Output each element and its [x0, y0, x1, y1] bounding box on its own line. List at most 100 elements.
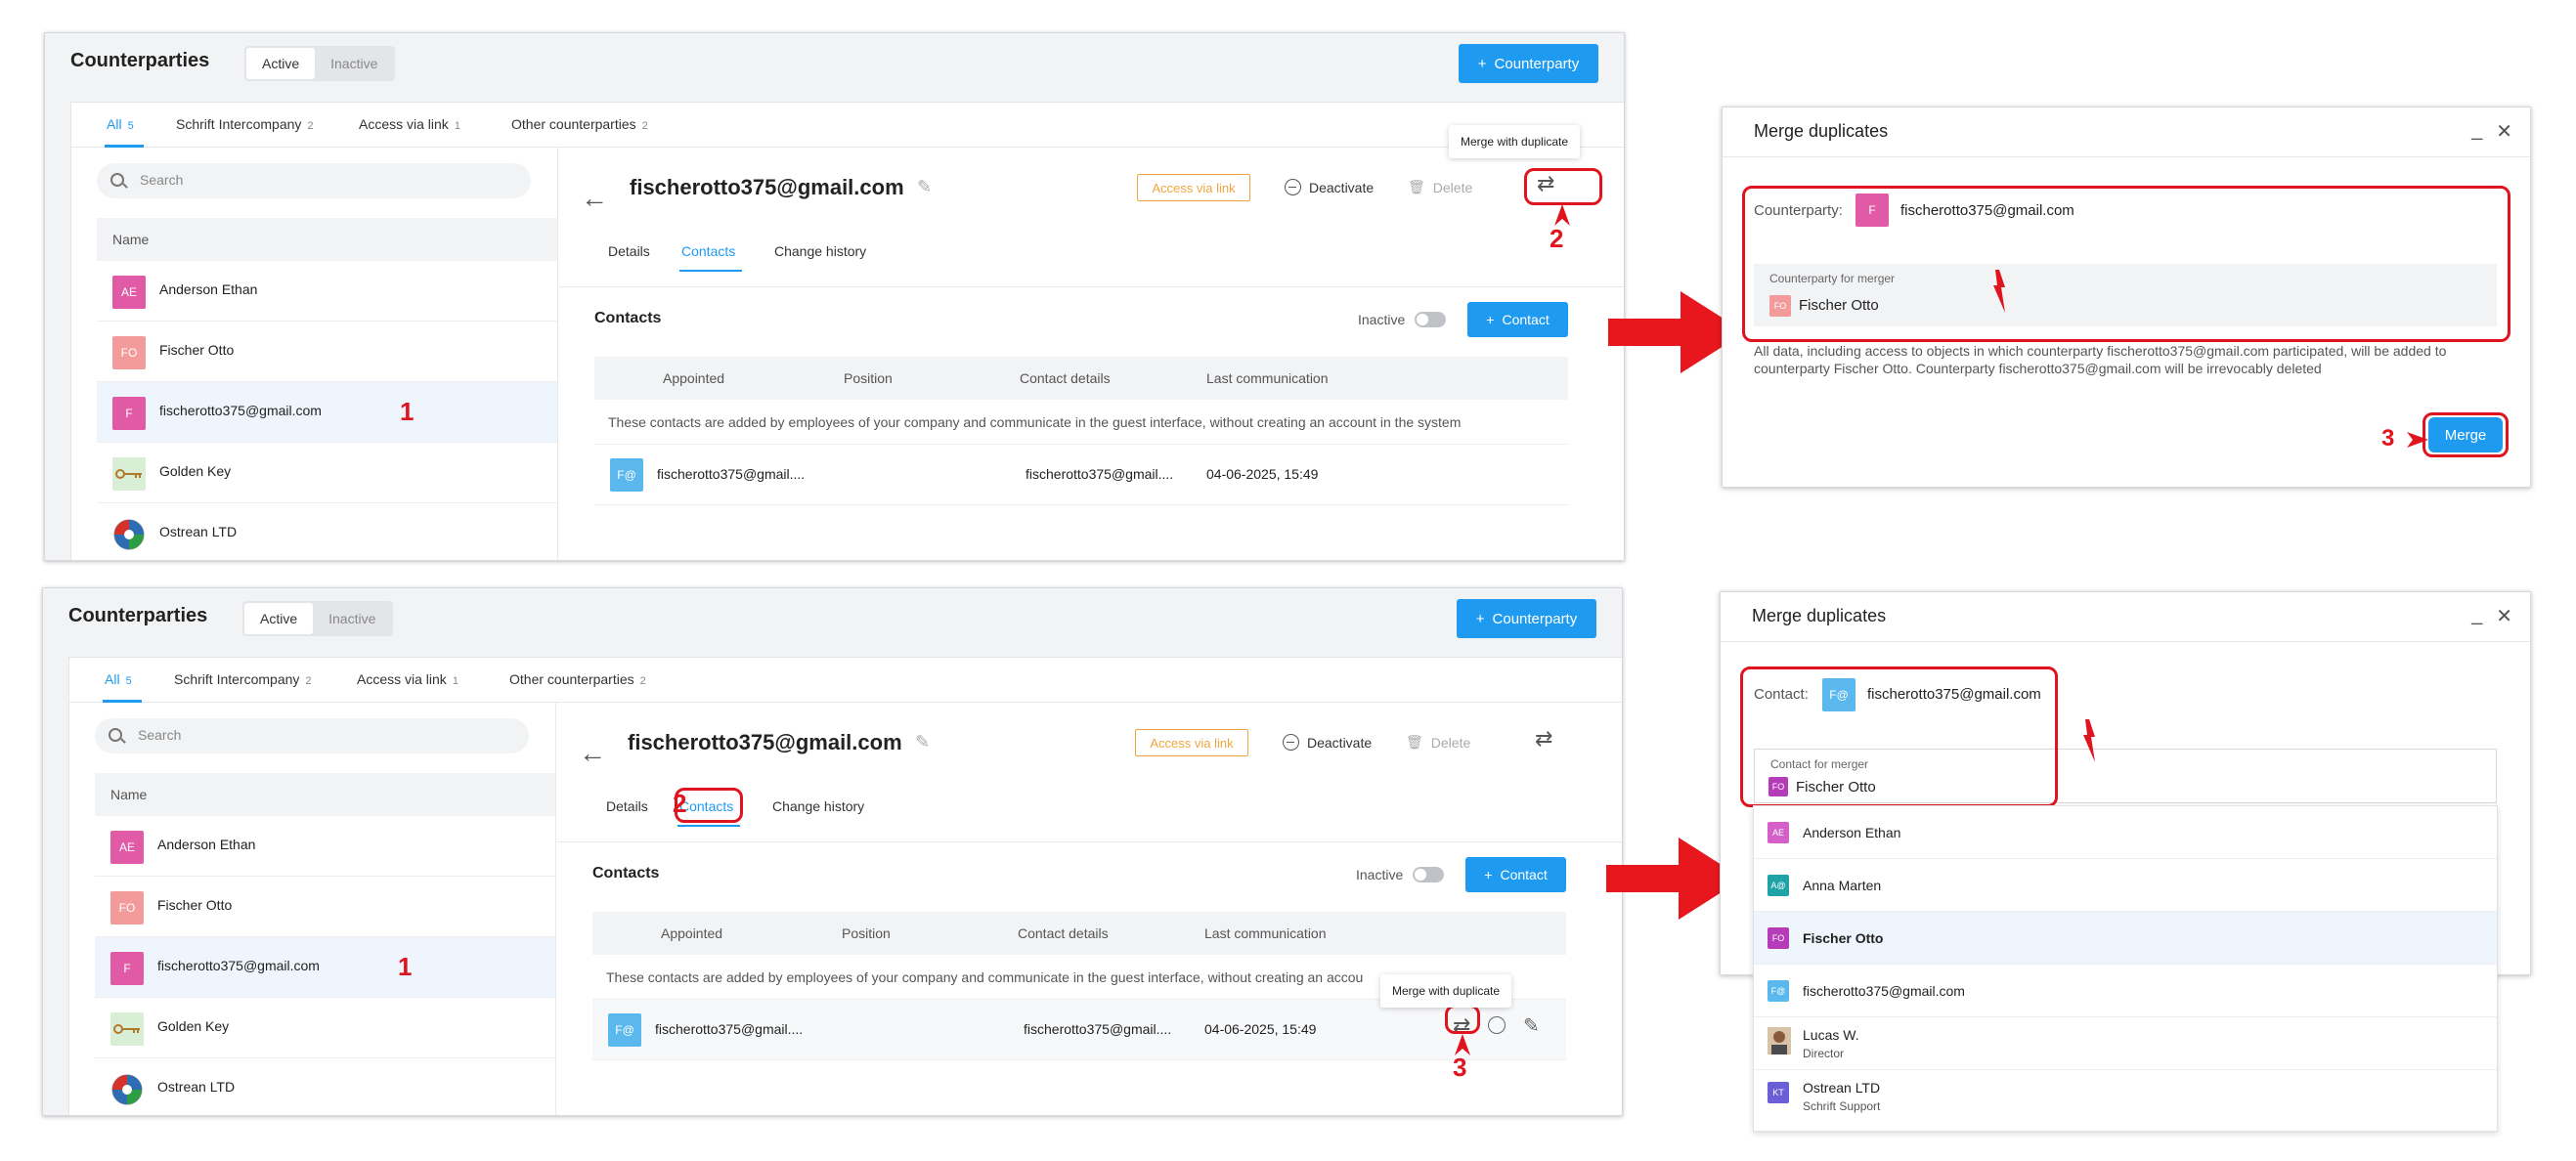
annotation-highlight [2423, 412, 2509, 457]
plus-icon: + [1486, 312, 1495, 327]
close-icon[interactable]: ✕ [2496, 604, 2512, 628]
deactivate-button[interactable]: Deactivate [1283, 734, 1372, 751]
list-item[interactable]: Golden Key [95, 998, 555, 1058]
search-icon [109, 728, 122, 742]
tab-change-history[interactable]: Change history [774, 243, 866, 259]
segment-inactive[interactable]: Inactive [313, 603, 391, 634]
annotation-highlight [1740, 666, 2058, 807]
list-item[interactable]: AE Anderson Ethan [97, 261, 557, 322]
dropdown-option[interactable]: Lucas W. Director [1754, 1017, 2497, 1070]
avatar: FO [110, 891, 144, 924]
detail-title: fischerotto375@gmail.com [630, 175, 904, 199]
close-icon[interactable]: ✕ [2496, 119, 2512, 144]
merge-swap-icon[interactable]: ⇄ [1535, 726, 1552, 752]
ostrean-logo-icon [112, 518, 146, 551]
contacts-note: These contacts are added by employees of… [594, 400, 1568, 445]
filter-tab-all[interactable]: All 5 [105, 671, 132, 687]
toggle-switch[interactable] [1415, 312, 1447, 327]
segment-active[interactable]: Active [244, 603, 314, 634]
counterparty-list-panel: Search Name AE Anderson Ethan FO Fischer O… [71, 148, 558, 560]
contacts-table-header: Appointed Position Contact details Last … [592, 912, 1566, 955]
list-item[interactable]: AE Anderson Ethan [95, 816, 555, 877]
filter-tab-other[interactable]: Other counterparties 2 [509, 671, 646, 687]
contacts-heading: Contacts [594, 310, 662, 326]
toggle-switch[interactable] [1413, 867, 1445, 882]
divider [1723, 156, 2530, 157]
plus-icon: + [1484, 867, 1493, 882]
inactive-toggle[interactable]: Inactive [1358, 312, 1447, 327]
step-number: 1 [398, 952, 413, 981]
delete-button[interactable]: 🗑 Delete [1406, 734, 1470, 751]
avatar: KT [1768, 1082, 1789, 1103]
dropdown-option-selected[interactable]: FO Fischer Otto [1754, 912, 2497, 965]
avatar: AE [112, 276, 146, 309]
avatar: F@ [1768, 980, 1789, 1002]
counterparty-detail-panel: ← fischerotto375@gmail.com ✎ Access via … [557, 703, 1622, 1115]
avatar: F [110, 952, 144, 985]
segment-active[interactable]: Active [246, 48, 316, 79]
filter-tab-all[interactable]: All 5 [107, 116, 134, 132]
search-input[interactable]: Search [95, 718, 529, 753]
list-item-selected[interactable]: Ffischerotto375@gmail.com 1 [95, 937, 555, 998]
filter-tab-other[interactable]: Other counterparties 2 [511, 116, 648, 132]
detail-title: fischerotto375@gmail.com [628, 730, 902, 754]
list-item[interactable]: Ostrean LTD [97, 503, 557, 560]
list-item[interactable]: FO Fischer Otto [97, 322, 557, 382]
tab-details[interactable]: Details [608, 243, 650, 259]
filter-tab-access-via-link[interactable]: Access via link 1 [357, 671, 458, 687]
deactivate-button[interactable]: Deactivate [1285, 179, 1374, 195]
list-item[interactable]: FO Fischer Otto [95, 877, 555, 937]
filter-tab-access-via-link[interactable]: Access via link 1 [359, 116, 460, 132]
filter-tabs: All 5 Schrift Intercompany 2 Access via li… [69, 658, 1622, 703]
main-card: All 5 Schrift Intercompany 2 Access via li… [70, 102, 1624, 560]
search-input[interactable]: Search [97, 163, 531, 198]
table-row[interactable]: F@ fischerotto375@gmail.... fischerotto3… [592, 1000, 1566, 1060]
tab-details[interactable]: Details [606, 798, 648, 814]
back-arrow-icon[interactable]: ← [581, 183, 608, 214]
dialog-title: Merge duplicates [1754, 121, 1889, 141]
step-number: 3 [2381, 425, 2395, 452]
table-row[interactable]: F@ fischerotto375@gmail.... fischerotto3… [594, 445, 1568, 505]
dropdown-option[interactable]: KT Ostrean LTD Schrift Support [1754, 1070, 2497, 1123]
filter-tab-schrift-intercompany[interactable]: Schrift Intercompany 2 [176, 116, 314, 132]
list-column-header: Name [95, 773, 555, 816]
merge-dialog-counterparty: Merge duplicates _ ✕ Counterparty: F fisc… [1722, 107, 2531, 488]
dropdown-option[interactable]: F@ fischerotto375@gmail.com [1754, 965, 2497, 1017]
edit-pencil-icon[interactable]: ✎ [915, 732, 930, 752]
tab-change-history[interactable]: Change history [772, 798, 864, 814]
back-arrow-icon[interactable]: ← [579, 738, 606, 769]
minimize-icon[interactable]: _ [2471, 604, 2482, 628]
main-card: All 5 Schrift Intercompany 2 Access via li… [68, 657, 1622, 1115]
access-via-link-badge: Access via link [1135, 729, 1248, 756]
inactive-toggle[interactable]: Inactive [1356, 867, 1445, 882]
filter-tab-schrift-intercompany[interactable]: Schrift Intercompany 2 [174, 671, 312, 687]
add-contact-button[interactable]: + Contact [1465, 857, 1566, 892]
dropdown-option[interactable]: A@ Anna Marten [1754, 859, 2497, 912]
edit-pencil-icon[interactable]: ✎ [917, 177, 932, 197]
minimize-icon[interactable]: _ [2471, 119, 2482, 144]
list-item[interactable]: Ostrean LTD [95, 1058, 555, 1115]
step-number: 1 [400, 397, 415, 426]
merge-tooltip: Merge with duplicate [1380, 974, 1512, 1008]
add-counterparty-button[interactable]: + Counterparty [1457, 599, 1596, 638]
delete-button[interactable]: 🗑 Delete [1408, 179, 1472, 195]
person-photo-icon [1768, 1027, 1791, 1054]
avatar: FO [112, 336, 146, 369]
add-counterparty-button[interactable]: + Counterparty [1459, 44, 1598, 83]
status-segmented-control[interactable]: Active Inactive [242, 601, 394, 636]
list-item-selected[interactable]: Ffischerotto375@gmail.com 1 [97, 382, 557, 443]
segment-inactive[interactable]: Inactive [315, 48, 393, 79]
contacts-heading: Contacts [592, 865, 660, 882]
filter-tabs: All 5 Schrift Intercompany 2 Access via li… [71, 103, 1624, 148]
tab-contacts[interactable]: Contacts [681, 243, 735, 259]
minus-circle-icon[interactable] [1488, 1016, 1506, 1034]
search-icon [110, 173, 124, 187]
list-item[interactable]: Golden Key [97, 443, 557, 503]
dropdown-option[interactable]: AE Anderson Ethan [1754, 806, 2497, 859]
annotation-highlight [1524, 168, 1602, 205]
add-contact-button[interactable]: + Contact [1467, 302, 1568, 337]
annotation-highlight [1742, 186, 2511, 342]
edit-pencil-icon[interactable]: ✎ [1523, 1013, 1540, 1038]
status-segmented-control[interactable]: Active Inactive [244, 46, 396, 81]
avatar: F [112, 397, 146, 430]
